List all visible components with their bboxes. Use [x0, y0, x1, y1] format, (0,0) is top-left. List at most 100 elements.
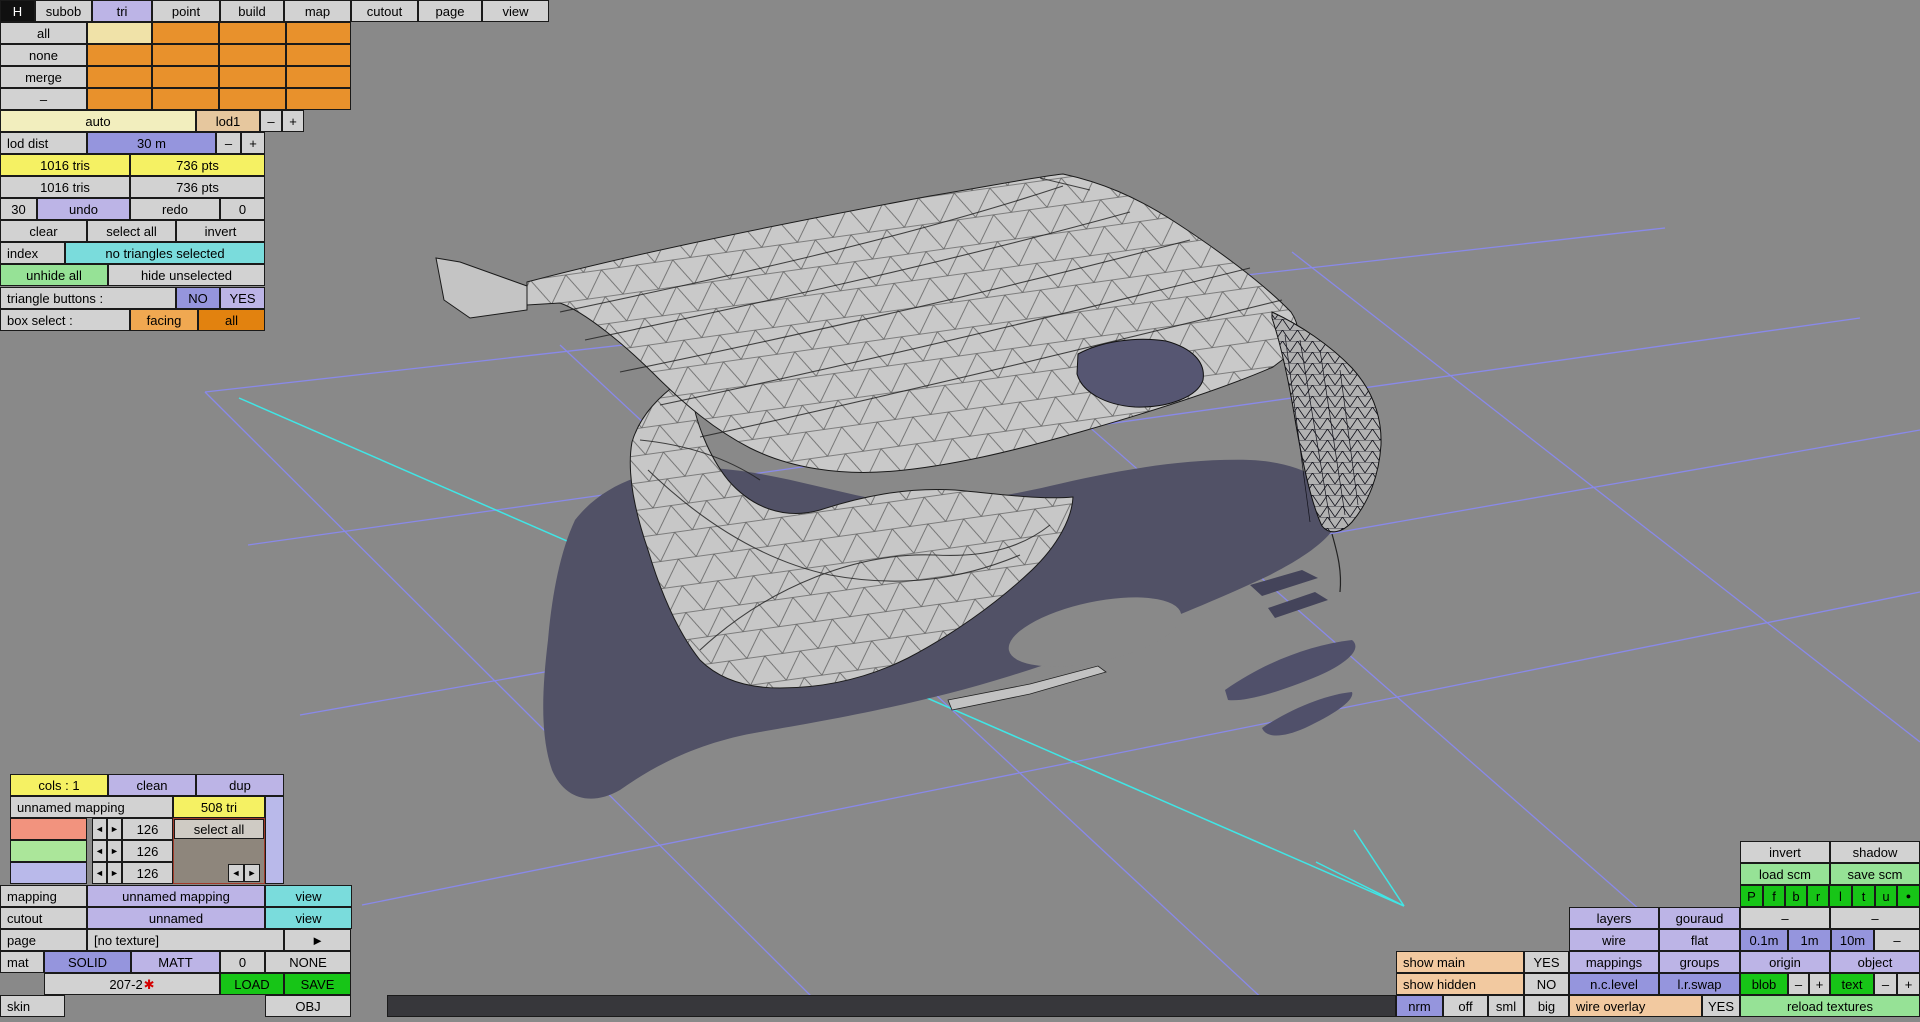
- subob-row-all[interactable]: all: [0, 22, 87, 44]
- mapping-side-strip[interactable]: [265, 796, 284, 884]
- tab-cutout[interactable]: cutout: [351, 0, 418, 22]
- nrm-sml-button[interactable]: sml: [1488, 995, 1524, 1017]
- clean-button[interactable]: clean: [108, 774, 196, 796]
- tab-map[interactable]: map: [284, 0, 351, 22]
- lod-dist-minus-button[interactable]: –: [216, 132, 241, 154]
- show-main-toggle[interactable]: YES: [1524, 951, 1569, 973]
- wire-overlay-toggle[interactable]: YES: [1702, 995, 1740, 1017]
- channel1-dec-button[interactable]: ◄: [92, 818, 107, 840]
- subob-cell[interactable]: [286, 88, 351, 110]
- subob-row-none[interactable]: none: [0, 44, 87, 66]
- subob-cell[interactable]: [87, 44, 152, 66]
- tab-build[interactable]: build: [220, 0, 284, 22]
- dash-button[interactable]: –: [1740, 907, 1830, 929]
- lod-auto-button[interactable]: auto: [0, 110, 196, 132]
- tab-subob[interactable]: subob: [35, 0, 92, 22]
- nrm-big-button[interactable]: big: [1524, 995, 1569, 1017]
- flag-r-button[interactable]: r: [1807, 885, 1829, 907]
- select-all-button[interactable]: select all: [87, 220, 176, 242]
- subob-cell[interactable]: [219, 44, 286, 66]
- cutout-view-button[interactable]: view: [265, 907, 352, 929]
- flag-p-button[interactable]: P: [1740, 885, 1763, 907]
- subob-row-merge[interactable]: merge: [0, 66, 87, 88]
- show-hidden-toggle[interactable]: NO: [1524, 973, 1569, 995]
- subob-row-dash[interactable]: –: [0, 88, 87, 110]
- subob-cell[interactable]: [152, 44, 219, 66]
- blob-plus-button[interactable]: +: [1809, 973, 1830, 995]
- subob-cell[interactable]: [152, 88, 219, 110]
- mat-zero-button[interactable]: 0: [220, 951, 265, 973]
- channel3-dec-button[interactable]: ◄: [92, 862, 107, 884]
- cols-button[interactable]: cols : 1: [10, 774, 108, 796]
- text-minus-button[interactable]: –: [1874, 973, 1897, 995]
- dup-button[interactable]: dup: [196, 774, 284, 796]
- dash-button[interactable]: –: [1830, 907, 1920, 929]
- grid-01m-button[interactable]: 0.1m: [1740, 929, 1788, 951]
- nclevel-button[interactable]: n.c.level: [1569, 973, 1659, 995]
- subob-cell[interactable]: [286, 66, 351, 88]
- subob-cell[interactable]: [219, 22, 286, 44]
- grid-1m-button[interactable]: 1m: [1788, 929, 1831, 951]
- subob-cell[interactable]: [286, 44, 351, 66]
- flag-dot-button[interactable]: ●: [1897, 885, 1920, 907]
- index-button[interactable]: index: [0, 242, 65, 264]
- file-name-field[interactable]: 207-2 ✱: [44, 973, 220, 995]
- grid-10m-button[interactable]: 10m: [1831, 929, 1874, 951]
- wire-button[interactable]: wire: [1569, 929, 1659, 951]
- flag-b-button[interactable]: b: [1785, 885, 1807, 907]
- subob-cell[interactable]: [87, 66, 152, 88]
- gouraud-button[interactable]: gouraud: [1659, 907, 1740, 929]
- channel3-inc-button[interactable]: ►: [107, 862, 122, 884]
- obj-button[interactable]: OBJ: [265, 995, 351, 1017]
- box-select-facing[interactable]: facing: [130, 309, 198, 331]
- triangle-buttons-no[interactable]: NO: [176, 287, 220, 309]
- groups-button[interactable]: groups: [1659, 951, 1740, 973]
- mappings-button[interactable]: mappings: [1569, 951, 1659, 973]
- flag-l-button[interactable]: l: [1829, 885, 1852, 907]
- tab-page[interactable]: page: [418, 0, 482, 22]
- triangle-buttons-yes[interactable]: YES: [220, 287, 265, 309]
- text-button[interactable]: text: [1830, 973, 1874, 995]
- channel2-inc-button[interactable]: ►: [107, 840, 122, 862]
- cutout-row-value[interactable]: unnamed: [87, 907, 265, 929]
- load-button[interactable]: LOAD: [220, 973, 284, 995]
- flag-f-button[interactable]: f: [1763, 885, 1785, 907]
- menu-h-button[interactable]: H: [0, 0, 35, 22]
- dash-button[interactable]: –: [1874, 929, 1920, 951]
- page-texture-value[interactable]: [no texture]: [87, 929, 284, 951]
- unhide-all-button[interactable]: unhide all: [0, 264, 108, 286]
- subob-cell[interactable]: [152, 66, 219, 88]
- lod-dist-plus-button[interactable]: +: [241, 132, 265, 154]
- mat-none-button[interactable]: NONE: [265, 951, 351, 973]
- text-plus-button[interactable]: +: [1897, 973, 1920, 995]
- mapping-select-all-button[interactable]: select all: [174, 819, 264, 839]
- color-swatch-green[interactable]: [10, 840, 87, 862]
- tab-tri[interactable]: tri: [92, 0, 152, 22]
- clear-button[interactable]: clear: [0, 220, 87, 242]
- lod1-button[interactable]: lod1: [196, 110, 260, 132]
- mapping-view-button[interactable]: view: [265, 885, 352, 907]
- undo-button[interactable]: undo: [37, 198, 130, 220]
- subob-cell[interactable]: [87, 22, 152, 44]
- tab-view[interactable]: view: [482, 0, 549, 22]
- load-scm-button[interactable]: load scm: [1740, 863, 1830, 885]
- lrswap-button[interactable]: l.r.swap: [1659, 973, 1740, 995]
- mat-matt-button[interactable]: MATT: [131, 951, 220, 973]
- box-dec-button[interactable]: ◄: [228, 864, 244, 882]
- blob-button[interactable]: blob: [1740, 973, 1788, 995]
- color-swatch-purple[interactable]: [10, 862, 87, 884]
- blob-minus-button[interactable]: –: [1788, 973, 1809, 995]
- origin-button[interactable]: origin: [1740, 951, 1830, 973]
- channel2-dec-button[interactable]: ◄: [92, 840, 107, 862]
- box-select-all[interactable]: all: [198, 309, 265, 331]
- page-next-button[interactable]: ►: [284, 929, 351, 951]
- object-button[interactable]: object: [1830, 951, 1920, 973]
- save-scm-button[interactable]: save scm: [1830, 863, 1920, 885]
- nrm-off-button[interactable]: off: [1443, 995, 1488, 1017]
- tab-point[interactable]: point: [152, 0, 220, 22]
- redo-button[interactable]: redo: [130, 198, 220, 220]
- lod-plus-button[interactable]: +: [282, 110, 304, 132]
- viewport-3d[interactable]: [0, 0, 1920, 1022]
- invert-button[interactable]: invert: [176, 220, 265, 242]
- subob-cell[interactable]: [219, 66, 286, 88]
